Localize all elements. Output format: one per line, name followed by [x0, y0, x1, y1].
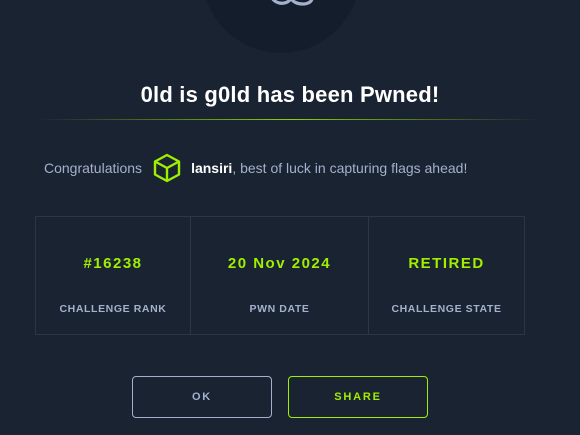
stats-panel: #16238 CHALLENGE RANK 20 Nov 2024 PWN DA…	[35, 216, 525, 335]
stat-label: CHALLENGE STATE	[391, 303, 502, 315]
stat-challenge-rank: #16238 CHALLENGE RANK	[36, 217, 190, 334]
htb-infinity-logo-icon	[271, 0, 314, 6]
congrats-prefix: Congratulations	[44, 160, 143, 176]
share-button[interactable]: SHARE	[288, 376, 428, 418]
stat-value: #16238	[83, 255, 143, 272]
stat-challenge-state: RETIRED CHALLENGE STATE	[368, 217, 524, 334]
ok-button[interactable]: OK	[132, 376, 272, 418]
stat-value: 20 Nov 2024	[227, 255, 332, 272]
stat-value: RETIRED	[408, 255, 485, 272]
stat-pwn-date: 20 Nov 2024 PWN DATE	[190, 217, 368, 334]
stat-label: CHALLENGE RANK	[59, 303, 167, 315]
username[interactable]: lansiri	[191, 160, 232, 176]
stat-label: PWN DATE	[249, 303, 310, 315]
title-divider	[40, 119, 540, 120]
congrats-suffix: , best of luck in capturing flags ahead!	[232, 160, 468, 176]
hexagon-cube-icon	[153, 153, 181, 183]
modal-title: 0ld is g0ld has been Pwned!	[140, 82, 440, 107]
congrats-message: Congratulations lansiri, best of luck in…	[44, 152, 467, 184]
